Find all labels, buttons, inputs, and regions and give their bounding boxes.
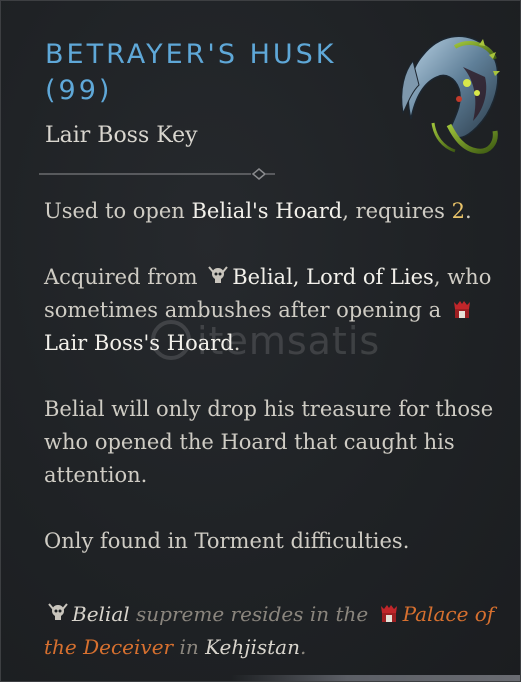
betrayers-husk-icon (401, 35, 500, 154)
description-usage: Used to open Belial's Hoard, requires 2. (44, 199, 472, 223)
lair-hoard-icon (380, 605, 397, 622)
hoard-name: Belial's Hoard (191, 199, 343, 223)
boss-name: Belial, Lord of Lies (232, 265, 434, 289)
boss-skull-icon (48, 603, 68, 620)
item-title-name: BETRAYER'S HUSK (45, 39, 337, 70)
boss-skull-icon (208, 266, 229, 283)
item-title: BETRAYER'S HUSK (99) (45, 37, 365, 109)
section-divider (39, 168, 275, 180)
flavor-boss: Belial (72, 602, 130, 626)
item-description: Used to open Belial's Hoard, requires 2.… (44, 195, 504, 591)
flavor-region: Kehjistan (205, 635, 300, 659)
item-title-level: (99) (45, 75, 113, 106)
lair-hoard-icon (453, 301, 470, 318)
description-drop-rule: Belial will only drop his treasure for t… (44, 397, 494, 487)
required-count: 2 (451, 199, 466, 223)
flavor-text: Belial supreme resides in the Palace of … (44, 602, 495, 659)
item-tooltip: BETRAYER'S HUSK (99) Lair Boss Key Used … (0, 0, 521, 682)
description-difficulty: Only found in Torment difficulties. (44, 529, 410, 553)
item-type: Lair Boss Key (45, 123, 198, 148)
hoard-type: Lair Boss's Hoard (44, 331, 234, 355)
description-acquisition: Acquired from Belial, Lord of Lies, who … (44, 265, 492, 355)
bottom-border-trim (231, 675, 520, 681)
